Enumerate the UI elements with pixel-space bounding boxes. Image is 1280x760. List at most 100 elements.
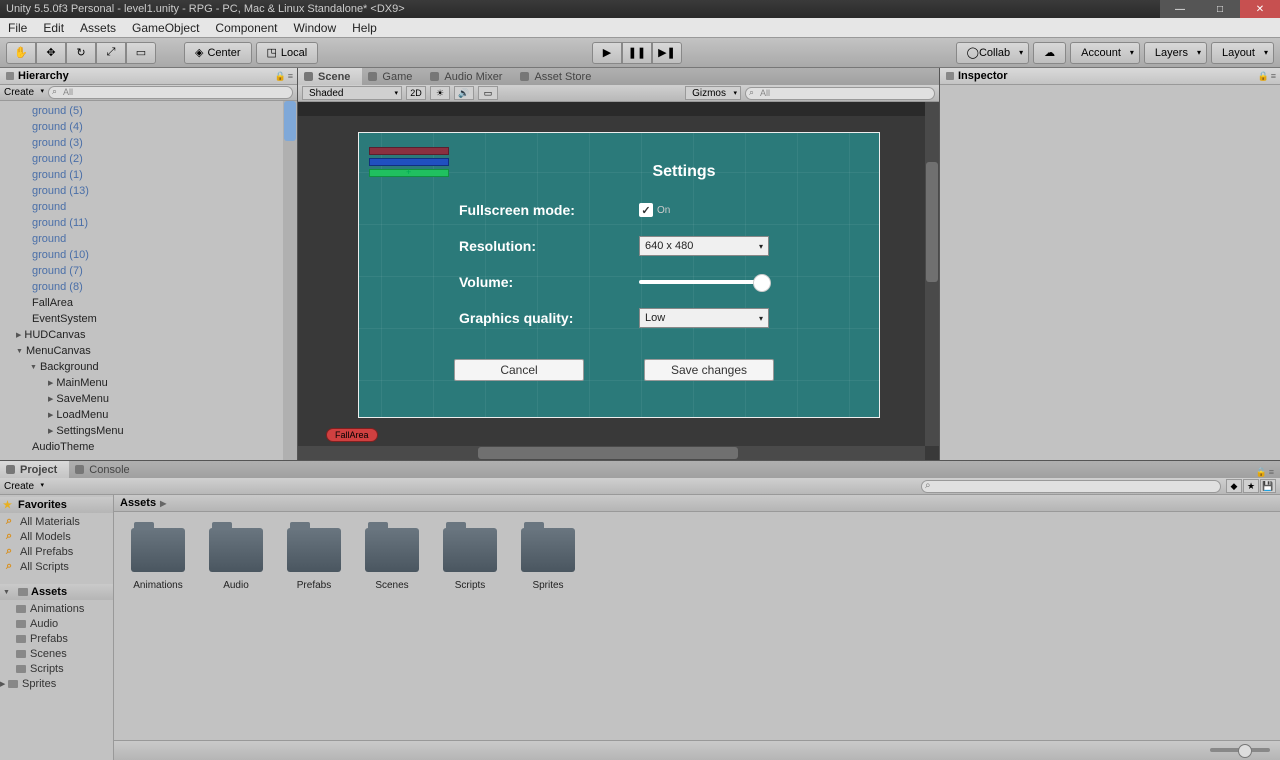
folder-item[interactable]: Prefabs xyxy=(286,528,342,591)
menu-edit[interactable]: Edit xyxy=(43,21,64,35)
asset-tree-item[interactable]: Animations xyxy=(0,601,113,616)
hierarchy-item[interactable]: EventSystem xyxy=(0,311,297,327)
inspector-menu-icon[interactable]: ≡ xyxy=(1271,71,1276,82)
project-tree[interactable]: Favorites All MaterialsAll ModelsAll Pre… xyxy=(0,495,114,760)
window-minimize-button[interactable]: — xyxy=(1160,0,1200,18)
cancel-button[interactable]: Cancel xyxy=(454,359,584,381)
tab-project[interactable]: Project xyxy=(0,461,69,478)
scene-scrollbar-horizontal[interactable] xyxy=(298,446,925,460)
window-close-button[interactable]: ✕ xyxy=(1240,0,1280,18)
shading-mode-dropdown[interactable]: Shaded xyxy=(302,86,402,100)
hierarchy-item[interactable]: ground (8) xyxy=(0,279,297,295)
project-search-input[interactable] xyxy=(921,480,1221,493)
menu-assets[interactable]: Assets xyxy=(80,21,116,35)
project-menu-icon[interactable]: ≡ xyxy=(1269,467,1274,478)
hierarchy-item[interactable]: ground (13) xyxy=(0,183,297,199)
tab-scene[interactable]: Scene xyxy=(298,68,362,85)
project-create-dropdown[interactable]: Create xyxy=(4,481,44,492)
menu-gameobject[interactable]: GameObject xyxy=(132,21,199,35)
fx-toggle-button[interactable]: ▭ xyxy=(478,86,498,100)
menu-component[interactable]: Component xyxy=(215,21,277,35)
graphics-dropdown[interactable]: Low xyxy=(639,308,769,328)
pivot-center-button[interactable]: ◈ Center xyxy=(184,42,252,64)
rotate-tool-button[interactable]: ↻ xyxy=(66,42,96,64)
hierarchy-search-input[interactable]: All xyxy=(48,86,293,99)
hierarchy-tab[interactable]: Hierarchy 🔒≡ xyxy=(0,68,297,85)
asset-tree-item[interactable]: Scripts xyxy=(0,661,113,676)
search-by-type-button[interactable]: ◆ xyxy=(1226,479,1242,493)
hand-tool-button[interactable]: ✋ xyxy=(6,42,36,64)
hierarchy-item[interactable]: ground (10) xyxy=(0,247,297,263)
hierarchy-item[interactable]: ▼MenuCanvas xyxy=(0,343,297,359)
save-changes-button[interactable]: Save changes xyxy=(644,359,774,381)
assets-header[interactable]: Assets xyxy=(0,584,113,600)
scene-scrollbar-vertical[interactable] xyxy=(925,102,939,446)
project-lock-icon[interactable]: 🔒 xyxy=(1256,467,1267,478)
favorite-item[interactable]: All Models xyxy=(0,529,113,544)
asset-tree-item[interactable]: Audio xyxy=(0,616,113,631)
hierarchy-item[interactable]: ground (4) xyxy=(0,119,297,135)
tab-console[interactable]: Console xyxy=(69,461,141,478)
hierarchy-item[interactable]: ▼Background xyxy=(0,359,297,375)
folder-item[interactable]: Animations xyxy=(130,528,186,591)
2d-toggle-button[interactable]: 2D xyxy=(406,86,426,100)
move-tool-button[interactable]: ✥ xyxy=(36,42,66,64)
fullscreen-checkbox[interactable]: ✓ xyxy=(639,203,653,217)
scene-viewport[interactable]: Settings Fullscreen mode: ✓ On Resolutio… xyxy=(298,102,939,460)
panel-menu-icon[interactable]: ≡ xyxy=(288,71,293,82)
hierarchy-item[interactable]: ground (11) xyxy=(0,215,297,231)
hierarchy-scrollbar[interactable] xyxy=(283,101,297,460)
search-by-label-button[interactable]: ★ xyxy=(1243,479,1259,493)
play-button[interactable]: ▶ xyxy=(592,42,622,64)
resolution-dropdown[interactable]: 640 x 480 xyxy=(639,236,769,256)
collab-dropdown[interactable]: ◯ Collab xyxy=(956,42,1030,64)
menu-window[interactable]: Window xyxy=(293,21,336,35)
audio-toggle-button[interactable]: 🔊 xyxy=(454,86,474,100)
tab-asset-store[interactable]: Asset Store xyxy=(514,68,603,85)
tab-game[interactable]: Game xyxy=(362,68,424,85)
folder-item[interactable]: Sprites xyxy=(520,528,576,591)
gizmos-dropdown[interactable]: Gizmos xyxy=(685,86,741,100)
scene-search-input[interactable]: All xyxy=(745,87,935,100)
hierarchy-item[interactable]: ▶HUDCanvas xyxy=(0,327,297,343)
rect-tool-button[interactable]: ▭ xyxy=(126,42,156,64)
favorite-item[interactable]: All Prefabs xyxy=(0,544,113,559)
tab-audio-mixer[interactable]: Audio Mixer xyxy=(424,68,514,85)
panel-lock-icon[interactable]: 🔒 xyxy=(275,71,286,82)
pause-button[interactable]: ❚❚ xyxy=(622,42,652,64)
hierarchy-item[interactable]: ground (7) xyxy=(0,263,297,279)
hierarchy-item[interactable]: ▶MainMenu xyxy=(0,375,297,391)
favorite-item[interactable]: All Materials xyxy=(0,514,113,529)
layers-dropdown[interactable]: Layers xyxy=(1144,42,1207,64)
hierarchy-item[interactable]: FallArea xyxy=(0,295,297,311)
hierarchy-create-dropdown[interactable]: Create xyxy=(4,87,44,98)
lighting-toggle-button[interactable]: ☀ xyxy=(430,86,450,100)
thumbnail-size-slider[interactable] xyxy=(1210,748,1270,752)
asset-tree-item[interactable]: ▶Sprites xyxy=(0,676,113,691)
hierarchy-item[interactable]: ground (3) xyxy=(0,135,297,151)
volume-slider[interactable] xyxy=(639,280,769,284)
hierarchy-item[interactable]: ground xyxy=(0,199,297,215)
hierarchy-item[interactable]: ground (5) xyxy=(0,103,297,119)
layout-dropdown[interactable]: Layout xyxy=(1211,42,1274,64)
project-folder-grid[interactable]: Animations Audio Prefabs Scenes Scripts Sprit… xyxy=(114,512,1280,740)
hierarchy-item[interactable]: ▶LoadMenu xyxy=(0,407,297,423)
project-breadcrumb[interactable]: Assets▶ xyxy=(114,495,1280,512)
menu-file[interactable]: File xyxy=(8,21,27,35)
window-maximize-button[interactable]: □ xyxy=(1200,0,1240,18)
hierarchy-item[interactable]: ground xyxy=(0,231,297,247)
folder-item[interactable]: Scripts xyxy=(442,528,498,591)
asset-tree-item[interactable]: Scenes xyxy=(0,646,113,661)
favorites-header[interactable]: Favorites xyxy=(0,497,113,513)
hierarchy-tree[interactable]: ground (5)ground (4)ground (3)ground (2)… xyxy=(0,101,297,460)
inspector-tab[interactable]: Inspector 🔒≡ xyxy=(940,68,1280,85)
fallarea-gizmo[interactable]: FallArea xyxy=(326,428,378,442)
folder-item[interactable]: Audio xyxy=(208,528,264,591)
save-search-button[interactable]: 💾 xyxy=(1260,479,1276,493)
inspector-lock-icon[interactable]: 🔒 xyxy=(1258,71,1269,82)
hierarchy-item[interactable]: ▶SaveMenu xyxy=(0,391,297,407)
folder-item[interactable]: Scenes xyxy=(364,528,420,591)
scale-tool-button[interactable]: ⤢ xyxy=(96,42,126,64)
step-button[interactable]: ▶❚ xyxy=(652,42,682,64)
hierarchy-item[interactable]: ground (1) xyxy=(0,167,297,183)
